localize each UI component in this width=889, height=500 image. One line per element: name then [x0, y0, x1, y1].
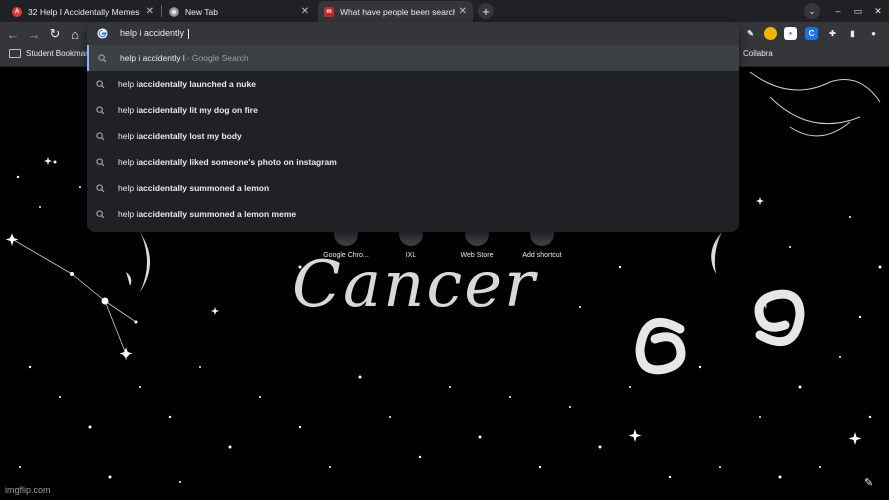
search-icon [96, 157, 118, 167]
suggestion-prefix: help i [118, 79, 139, 89]
suggestion-completion: accidentally lost my body [138, 131, 242, 141]
search-icon [96, 131, 118, 141]
shortcut-label: IXL [405, 252, 417, 259]
suggestion-row[interactable]: help i accidentally lit my dog on fire [87, 97, 739, 123]
omnibox-dropdown: help i accidently help i accidently l - … [87, 22, 739, 232]
suggestion-row[interactable]: help i accidentally launched a nuke [87, 71, 739, 97]
back-button[interactable]: ← [4, 25, 22, 43]
tab-search-article[interactable]: m What have people been searchin ✕ [318, 1, 473, 22]
tab-divider [161, 5, 162, 17]
new-tab-button[interactable]: + [478, 3, 494, 19]
home-button[interactable]: ⌂ [66, 25, 84, 43]
article-favicon-icon: m [324, 6, 334, 17]
shortcut-label: Google Chro... [323, 252, 369, 259]
suggestion-row[interactable]: help i accidentally summoned a lemon [87, 175, 739, 201]
address-input[interactable]: help i accidently [120, 28, 189, 39]
search-icon [98, 53, 120, 63]
suggestion-row[interactable]: help i accidentally summoned a lemon mem… [87, 201, 739, 227]
tab-close-icon[interactable]: ✕ [301, 6, 309, 17]
memes-favicon-icon: A [12, 6, 22, 17]
c-extension-icon[interactable]: C [805, 27, 818, 40]
search-icon [96, 209, 118, 219]
suggestion-completion: accidentally summoned a lemon meme [138, 209, 297, 219]
tab-title: New Tab [185, 6, 218, 17]
close-window-button[interactable]: ✕ [870, 3, 886, 19]
reload-button[interactable]: ↻ [46, 25, 64, 43]
text-caret [187, 28, 189, 39]
cancer-wallpaper-text: Cancer [292, 248, 537, 322]
suggestion-completion: accidentally lit my dog on fire [138, 105, 258, 115]
tab-strip: A 32 Help I Accidentally Memes Th ✕ New … [0, 0, 889, 22]
suggestion-prefix: help i [118, 131, 139, 141]
red-extension-icon[interactable]: • [784, 27, 797, 40]
bookmark-label: Collabra [743, 49, 773, 58]
sidepanel-extension-icon[interactable]: ▮ [846, 27, 859, 40]
suggestion-row[interactable]: help i accidentally liked someone's phot… [87, 149, 739, 175]
suggestion-prefix: help i [118, 105, 139, 115]
tab-new-tab[interactable]: New Tab ✕ [163, 1, 315, 22]
google-icon [97, 28, 108, 39]
suggestion-completion: accidentally liked someone's photo on in… [138, 157, 337, 167]
suggestion-row[interactable]: help i accidently l - Google Search [87, 45, 739, 71]
search-icon [96, 183, 118, 193]
suggestion-row[interactable]: help i accidentally lost my body [87, 123, 739, 149]
forward-button[interactable]: → [25, 25, 43, 43]
pen-extension-icon[interactable]: ✎ [744, 27, 757, 40]
shortcut-label: Web Store [460, 252, 494, 259]
customize-pencil-icon[interactable]: ✎ [864, 476, 873, 489]
tab-close-icon[interactable]: ✕ [459, 6, 467, 17]
tab-title: 32 Help I Accidentally Memes Th [28, 6, 142, 17]
suggestion-prefix: help i accidently l [120, 53, 185, 63]
search-icon [96, 79, 118, 89]
tab-search-button[interactable]: ⌄ [804, 3, 820, 19]
tab-memes[interactable]: A 32 Help I Accidentally Memes Th ✕ [6, 1, 160, 22]
shortcut-label: Add shortcut [522, 252, 562, 259]
restore-button[interactable]: ▭ [850, 3, 866, 19]
constellation-lines [11, 238, 137, 355]
circle-extension-icon[interactable] [764, 27, 777, 40]
minimize-button[interactable]: – [830, 3, 846, 19]
suggestion-prefix: help i [118, 209, 139, 219]
puzzle-extension-icon[interactable]: ✚ [826, 27, 839, 40]
bookmark-student[interactable]: Student Bookmar [9, 49, 88, 58]
tab-title: What have people been searchin [340, 6, 455, 17]
suggestion-hint: - Google Search [186, 53, 249, 63]
profile-extension-icon[interactable]: ● [867, 27, 880, 40]
bookmark-label: Student Bookmar [26, 49, 88, 58]
imgflip-watermark: imgflip.com [5, 485, 51, 495]
decorative-swirl [749, 71, 881, 137]
folder-icon [9, 49, 21, 58]
search-icon [96, 105, 118, 115]
suggestion-completion: accidentally summoned a lemon [138, 183, 270, 193]
chrome-favicon-icon [169, 6, 179, 17]
suggestion-prefix: help i [118, 183, 139, 193]
address-bar[interactable]: help i accidently [87, 22, 739, 45]
cancer-zodiac-symbol-graphic [635, 289, 805, 375]
suggestion-prefix: help i [118, 157, 139, 167]
bookmark-collabra[interactable]: Collabra [743, 49, 773, 58]
suggestion-completion: accidentally launched a nuke [138, 79, 256, 89]
tab-close-icon[interactable]: ✕ [146, 6, 154, 17]
